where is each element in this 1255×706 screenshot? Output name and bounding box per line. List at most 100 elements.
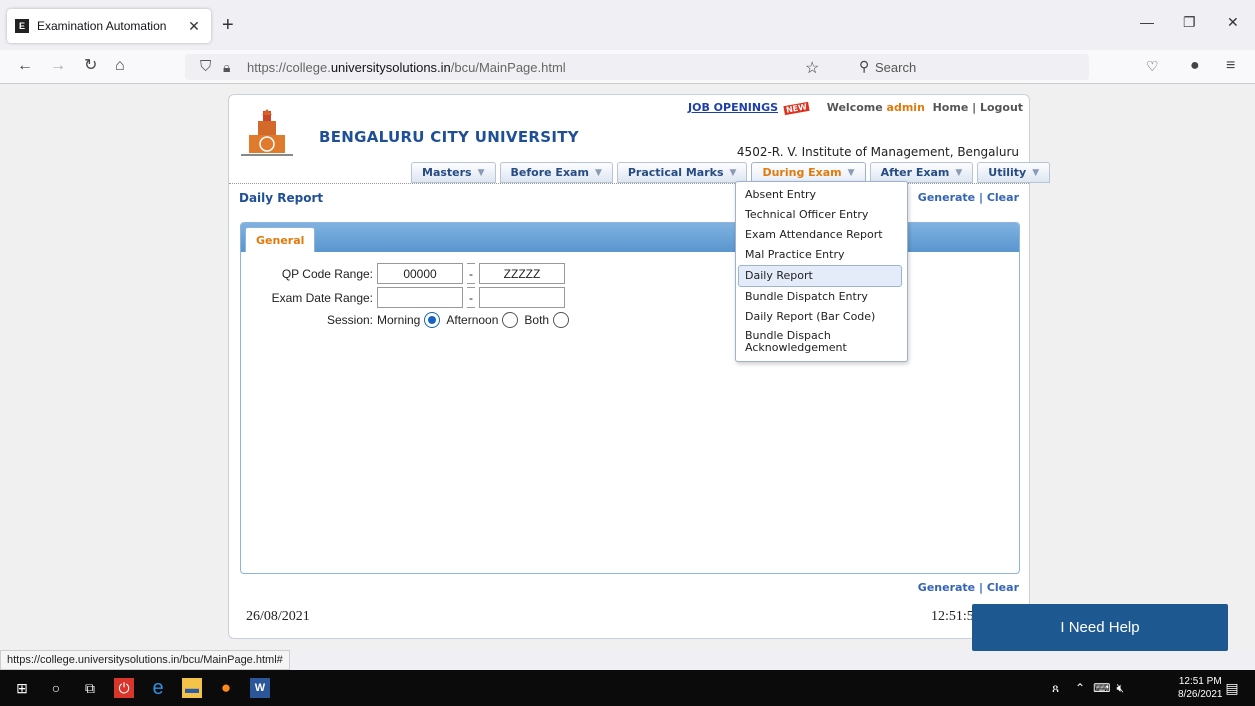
menu-item-exam-attendance-report[interactable]: Exam Attendance Report [736,225,907,245]
minimize-icon[interactable]: — [1140,14,1154,30]
menu-utility[interactable]: Utility ▼ [977,162,1051,183]
taskbar-clock[interactable]: 12:51 PM 8/26/2021 [1178,675,1223,701]
help-button[interactable]: I Need Help [972,604,1228,651]
page-title: Daily Report [239,191,324,205]
job-openings-link[interactable]: JOB OPENINGS [688,101,778,114]
range-separator: - [467,287,475,308]
footer-time: 12:51:5 [931,609,974,624]
edge-icon[interactable]: e [148,677,168,699]
menu-during-exam[interactable]: During Exam ▼ [751,162,866,183]
window-close-icon[interactable]: ✕ [1227,14,1239,31]
exam-date-from-field[interactable] [377,287,463,308]
back-icon[interactable]: ← [17,58,33,74]
exam-date-label: Exam Date Range: [271,290,373,305]
session-morning-radio[interactable] [424,312,441,328]
menu-divider [229,183,1029,184]
volume-muted-icon[interactable]: 🔇︎ [1116,681,1124,696]
system-tray: ጸ ⌃ ⌨ 🔇︎ [1052,670,1124,706]
clock-time: 12:51 PM [1178,676,1222,687]
university-logo [241,109,293,156]
shield-icon[interactable]: ⛉ [200,58,211,75]
during-exam-dropdown: Absent Entry Technical Officer Entry Exa… [735,181,908,362]
menu-after-exam[interactable]: After Exam ▼ [869,162,974,183]
session-afternoon-label: Afternoon [446,313,499,327]
url-text: https://college.universitysolutions.in/b… [247,60,566,75]
home-icon[interactable]: ⌂ [115,58,125,74]
session-both-radio[interactable] [553,312,570,328]
generate-button[interactable]: Generate [918,191,975,204]
menu-practical-marks[interactable]: Practical Marks ▼ [616,162,748,183]
new-tab-icon[interactable]: + [222,15,234,35]
welcome-text: Welcome [826,101,883,114]
tab-title: Examination Automation [37,19,167,33]
logout-link[interactable]: Logout [980,101,1023,114]
qp-code-to-field[interactable]: ZZZZZ [479,263,565,284]
search-circle-icon[interactable]: ○ [46,678,66,698]
reload-icon[interactable]: ↻ [84,58,97,74]
chevron-down-icon: ▼ [729,167,737,178]
extension-icon[interactable]: ● [1190,58,1200,74]
menu-item-absent-entry[interactable]: Absent Entry [736,185,907,205]
windows-start-icon[interactable]: ⊞ [12,678,32,698]
menu-item-technical-officer-entry[interactable]: Technical Officer Entry [736,205,907,225]
menu-item-daily-report-barcode[interactable]: Daily Report (Bar Code) [736,307,907,327]
browser-tab-bar: E Examination Automation ✕ + — ❐ ✕ [0,0,1255,50]
network-icon[interactable]: ⌨ [1093,681,1110,695]
exam-date-to-field[interactable] [479,287,565,308]
search-box[interactable]: ⚲ Search [849,54,1089,80]
app-container: BENGALURU CITY UNIVERSITY JOB OPENINGS N… [228,94,1051,639]
page-viewport: BENGALURU CITY UNIVERSITY JOB OPENINGS N… [0,84,1255,650]
clear-button[interactable]: Clear [987,191,1019,204]
range-separator: - [467,263,475,284]
task-view-icon[interactable]: ⧉ [80,678,100,698]
menu-masters[interactable]: Masters ▼ [411,162,496,183]
chevron-down-icon: ▼ [955,167,963,178]
menu-item-bundle-dispach-ack[interactable]: Bundle Dispach Acknowledgement [736,327,907,357]
restore-icon[interactable]: ❐ [1183,14,1196,31]
new-badge: NEW [783,101,810,116]
app-power-icon[interactable]: ⏻ [114,678,134,698]
menu-icon[interactable]: ≡ [1226,58,1235,74]
bookmark-star-icon[interactable]: ☆ [805,58,819,78]
pocket-icon[interactable]: ♡ [1146,58,1159,74]
menu-item-daily-report[interactable]: Daily Report [738,265,902,287]
session-afternoon-radio[interactable] [502,312,519,328]
generate-button-bottom[interactable]: Generate [918,581,975,594]
word-icon[interactable]: W [250,678,270,698]
search-icon: ⚲ [859,58,870,74]
qp-code-label: QP Code Range: [281,266,373,281]
clock-date: 8/26/2021 [1178,689,1223,700]
notifications-icon[interactable]: ▤ [1222,678,1242,698]
taskbar: ⊞ ○ ⧉ ⏻ e ▬ ● W ጸ ⌃ ⌨ 🔇︎ 12:51 PM 8/26/2… [0,670,1255,706]
chevron-up-icon[interactable]: ⌃ [1075,681,1085,695]
qp-code-from-field[interactable]: 00000 [377,263,463,284]
session-morning-label: Morning [377,313,421,327]
session-label: Session: [326,313,373,327]
search-placeholder: Search [875,60,917,75]
qp-code-row: QP Code Range: 00000 - ZZZZZ [243,263,565,284]
firefox-icon[interactable]: ● [216,678,236,698]
footer-date: 26/08/2021 [246,609,310,624]
chevron-down-icon: ▼ [847,167,855,178]
university-name: BENGALURU CITY UNIVERSITY [319,128,579,146]
home-link[interactable]: Home [933,101,969,114]
menu-item-mal-practice-entry[interactable]: Mal Practice Entry [736,245,907,265]
favicon-icon: E [15,19,29,33]
tab-general[interactable]: General [245,227,316,252]
college-name: 4502-R. V. Institute of Management, Beng… [736,145,1019,159]
menu-before-exam[interactable]: Before Exam ▼ [499,162,613,183]
chevron-down-icon: ▼ [477,167,485,178]
bottom-actions: Generate | Clear [917,581,1019,594]
people-icon[interactable]: ጸ [1052,681,1059,696]
forward-icon[interactable]: → [50,58,66,74]
menu-item-bundle-dispatch-entry[interactable]: Bundle Dispatch Entry [736,287,907,307]
username: admin [886,101,925,114]
chevron-down-icon: ▼ [1032,167,1040,178]
chevron-down-icon: ▼ [594,167,602,178]
file-explorer-icon[interactable]: ▬ [182,678,202,698]
lock-icon[interactable]: 🔒︎ [223,59,230,76]
top-actions: Generate | Clear [917,191,1019,204]
browser-tab[interactable]: E Examination Automation ✕ [7,9,211,43]
tab-close-icon[interactable]: ✕ [185,18,203,35]
clear-button-bottom[interactable]: Clear [987,581,1019,594]
